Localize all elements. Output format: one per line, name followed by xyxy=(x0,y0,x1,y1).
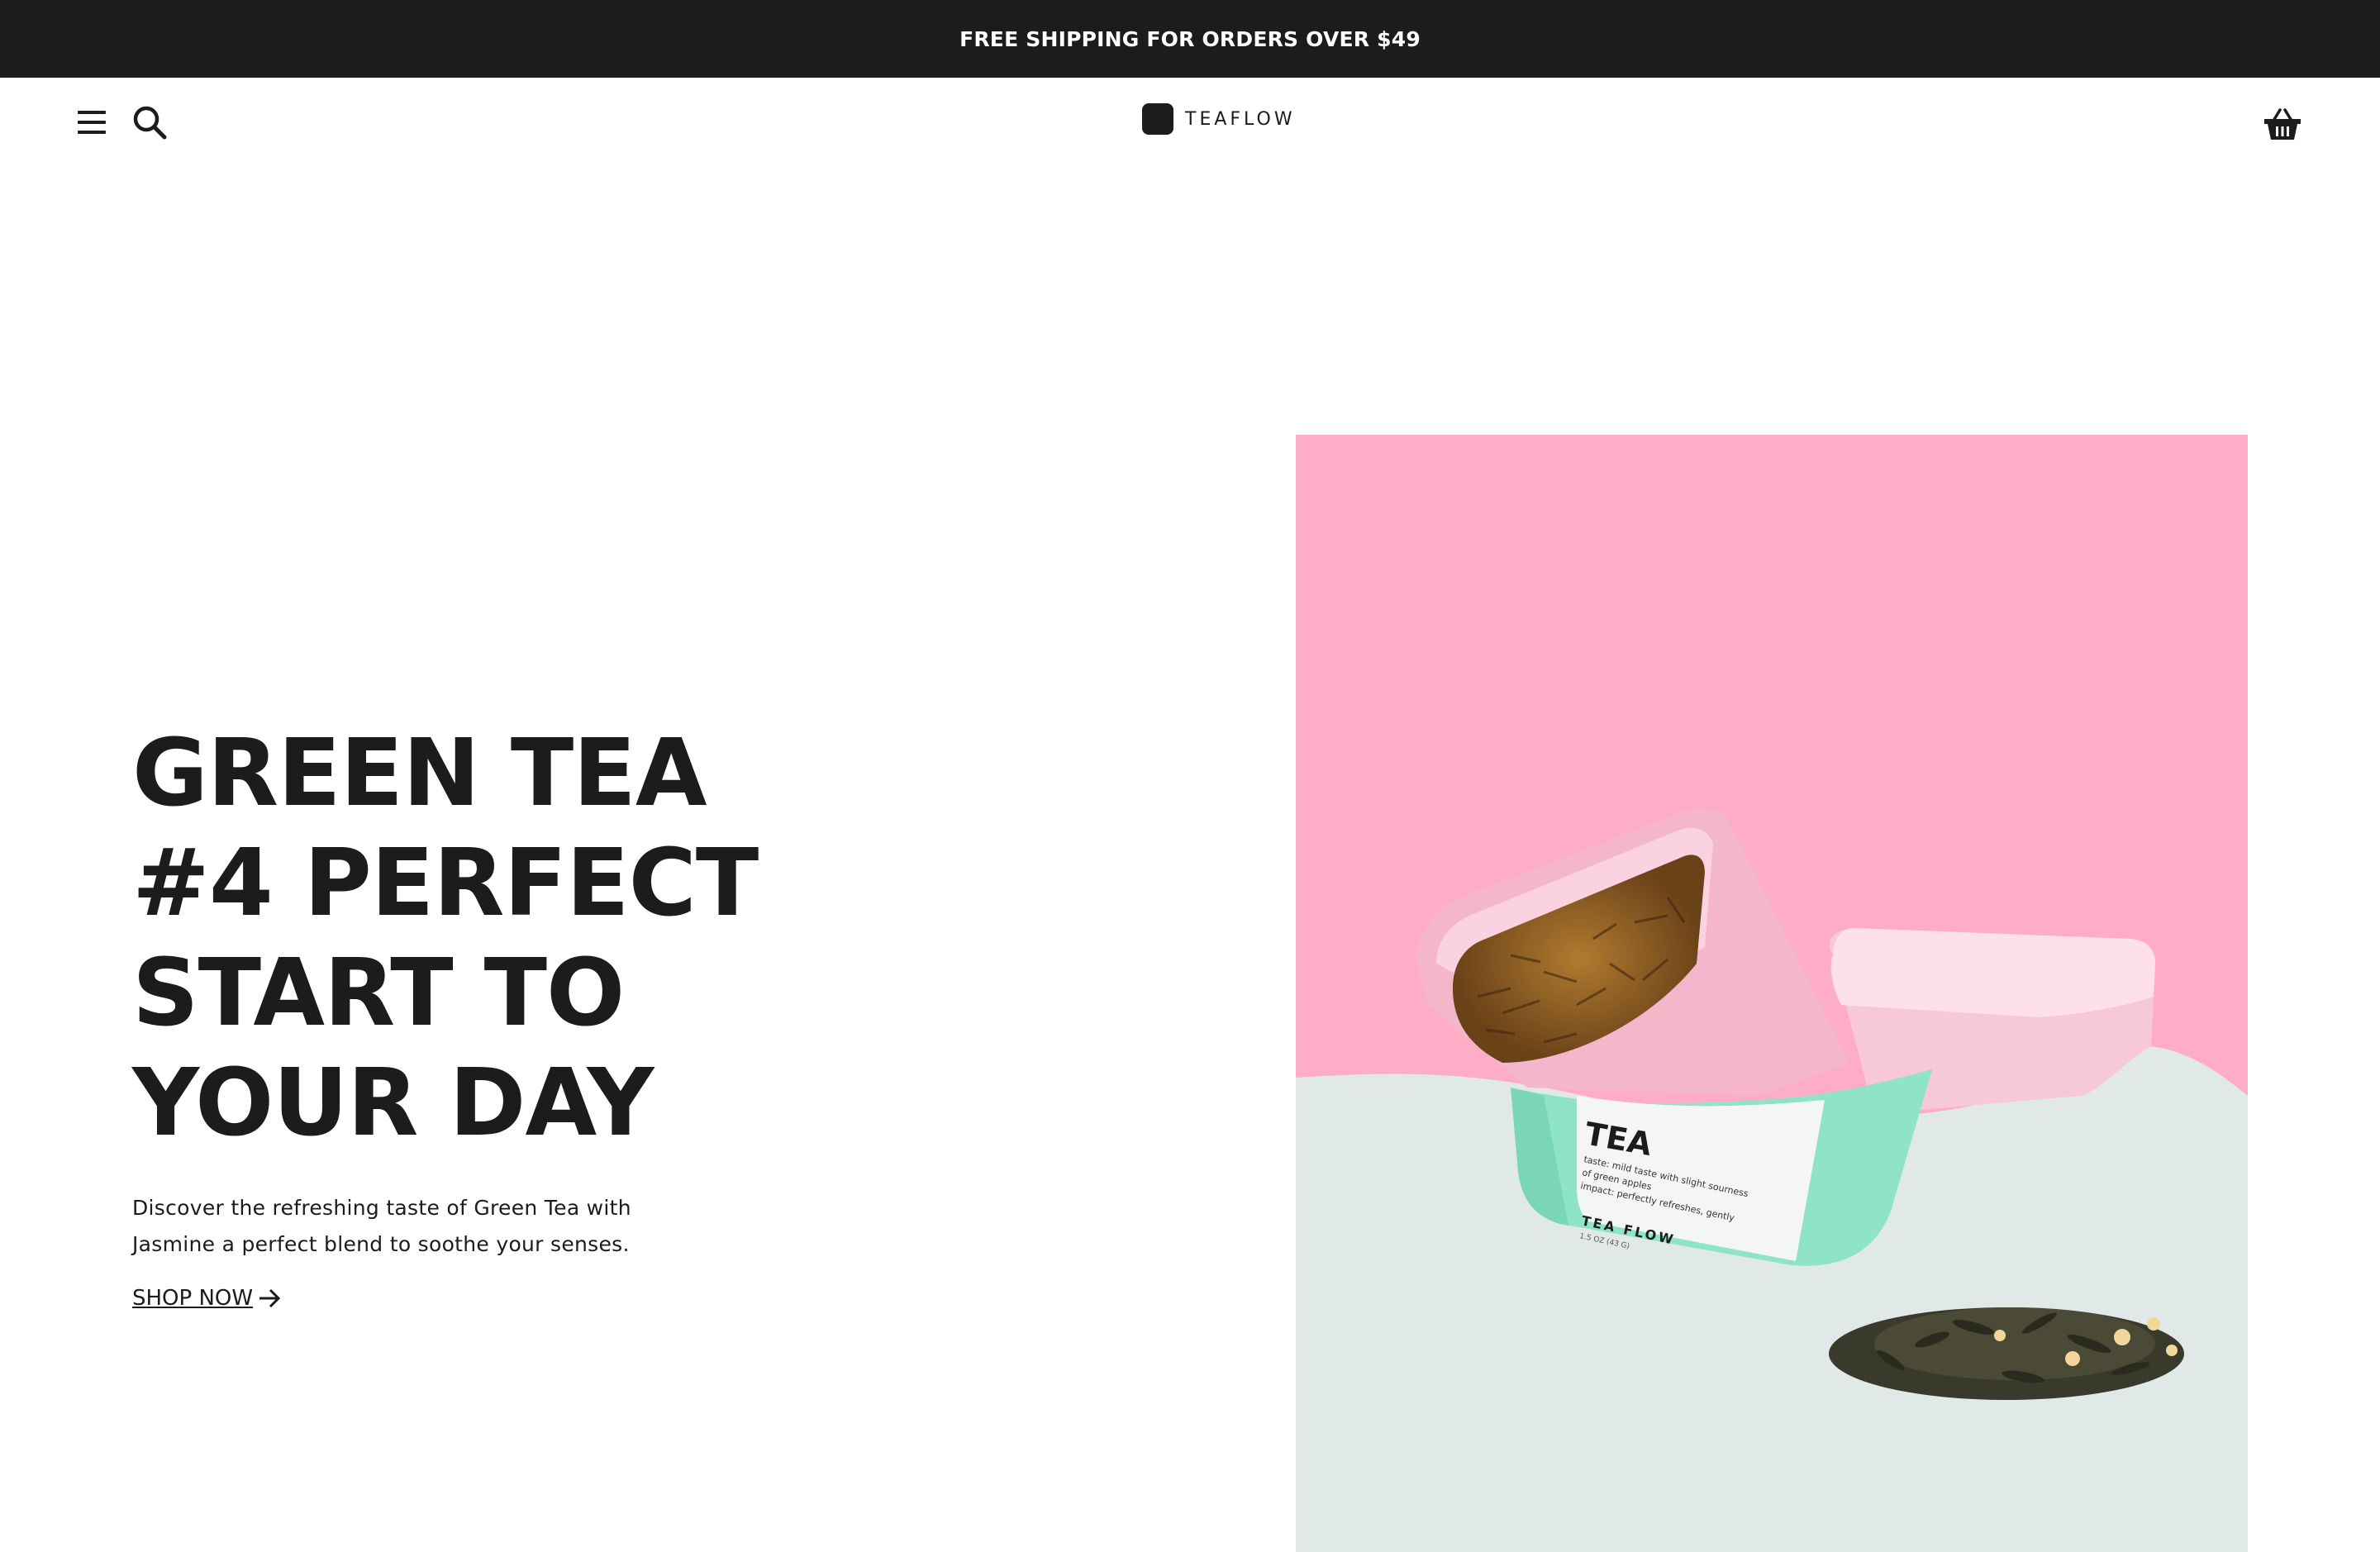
logo-mark xyxy=(1142,103,1173,135)
hero-description: Discover the refreshing taste of Green T… xyxy=(132,1190,678,1263)
hero-title-line: YOUR DAY xyxy=(132,1050,654,1157)
menu-button[interactable] xyxy=(73,102,112,142)
arrow-right-icon xyxy=(258,1288,281,1308)
hero-section: GREEN TEA #4 PERFECT START TO YOUR DAY D… xyxy=(132,719,760,1311)
hero-product-image[interactable]: TEA taste: mild taste with slight sourne… xyxy=(1296,435,2248,1552)
tea-tins-illustration: TEA taste: mild taste with slight sourne… xyxy=(1296,435,2248,1552)
hero-description-line: Jasmine a perfect blend to soothe your s… xyxy=(132,1232,630,1256)
shop-now-label: SHOP NOW xyxy=(132,1286,254,1311)
hero-title-line: START TO xyxy=(132,940,625,1047)
menu-icon xyxy=(78,111,106,134)
site-logo[interactable]: TEAFLOW xyxy=(1142,102,1296,136)
search-button[interactable] xyxy=(129,102,170,143)
announcement-bar: FREE SHIPPING FOR ORDERS OVER $49 xyxy=(0,0,2380,78)
announcement-text: FREE SHIPPING FOR ORDERS OVER $49 xyxy=(959,26,1421,51)
hero-title-line: #4 PERFECT xyxy=(132,830,759,937)
cart-button[interactable] xyxy=(2259,102,2306,145)
hero-title: GREEN TEA #4 PERFECT START TO YOUR DAY xyxy=(132,719,760,1159)
hero-title-line: GREEN TEA xyxy=(132,720,707,827)
site-header: TEAFLOW xyxy=(0,78,2380,169)
cart-icon xyxy=(2264,108,2301,140)
hero-description-line: Discover the refreshing taste of Green T… xyxy=(132,1196,631,1220)
logo-text: TEAFLOW xyxy=(1185,108,1296,130)
shop-now-link[interactable]: SHOP NOW xyxy=(132,1286,281,1311)
search-icon xyxy=(133,106,167,140)
